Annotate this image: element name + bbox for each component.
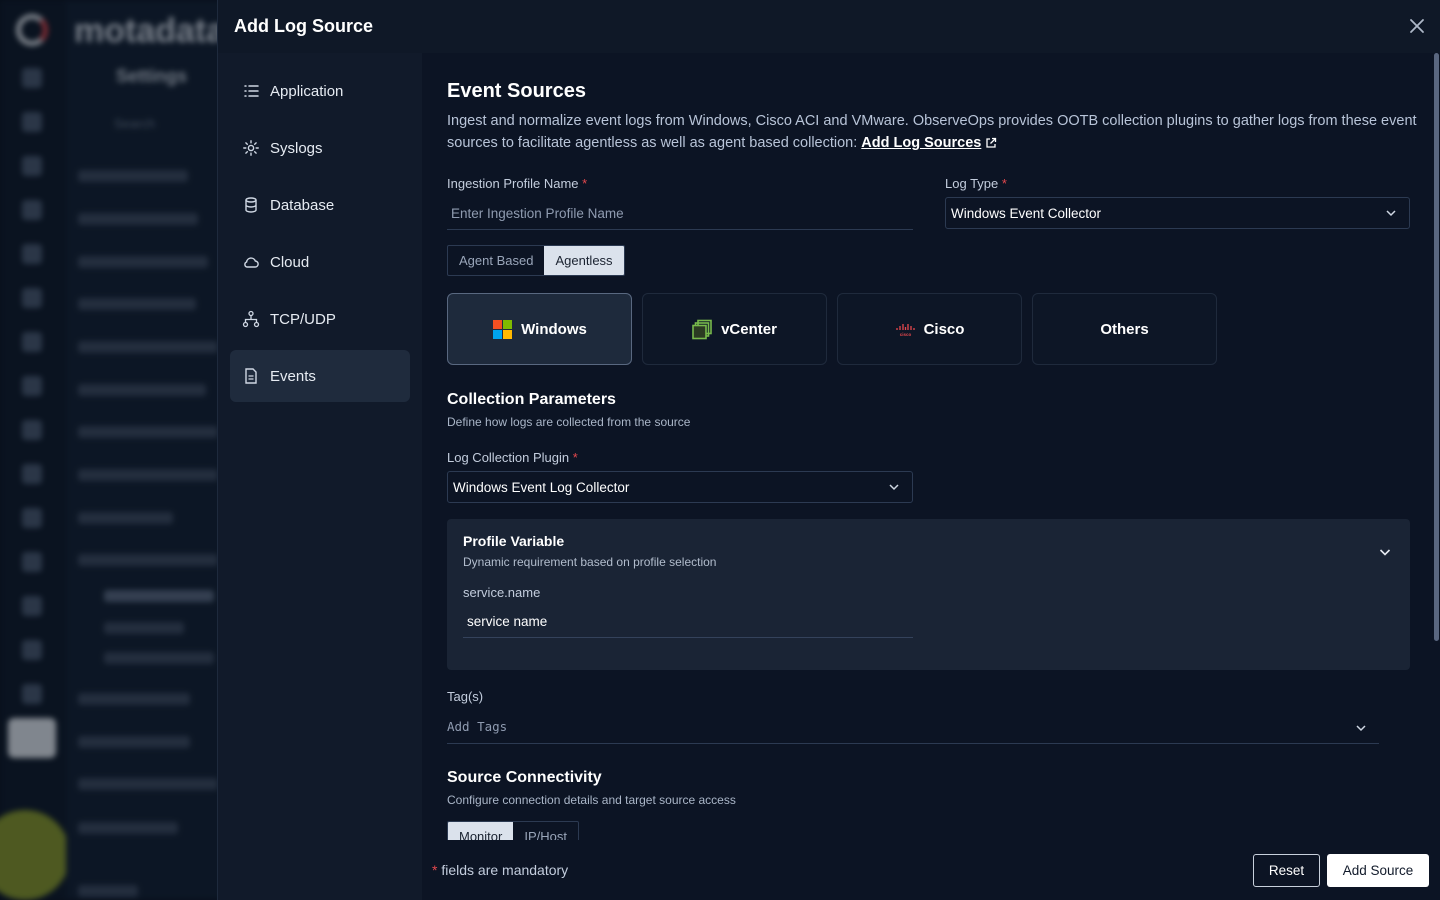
drawer-header: Add Log Source [218,0,1440,53]
log-type-value: Windows Event Collector [951,205,1102,221]
collection-mode-toggle: Agent Based Agentless [447,245,625,276]
sidebar-item-events[interactable]: Events [230,350,410,402]
chevron-down-icon[interactable] [1378,545,1392,559]
svg-text:cisco: cisco [899,332,911,337]
label-text: Log Type [945,176,999,191]
required-mark: * [432,862,438,878]
add-log-sources-link[interactable]: Add Log Sources [861,135,981,151]
cloud-icon [244,257,259,268]
event-sources-form: Event Sources Ingest and normalize event… [422,53,1434,900]
network-icon [242,310,260,328]
agent-based-option[interactable]: Agent Based [448,246,544,275]
profile-name-input[interactable]: Enter Ingestion Profile Name [447,197,913,230]
service-name-label: service.name [463,585,541,600]
chevron-down-icon [1356,725,1366,732]
drawer-footer: * fields are mandatory Reset Add Source [422,840,1440,900]
source-category-sidebar: Application Syslogs Database Cloud TCP/U… [218,53,422,900]
log-collection-plugin-label: Log Collection Plugin * [447,450,578,465]
cisco-icon: cisco [895,323,915,337]
required-mark: * [582,176,588,191]
source-card-vcenter[interactable]: vCenter [642,293,827,365]
mandatory-note: * fields are mandatory [432,862,568,878]
close-icon[interactable] [1407,16,1427,36]
reset-button[interactable]: Reset [1253,854,1320,887]
vcenter-icon [692,319,712,339]
chevron-down-icon [1386,210,1396,217]
tags-label: Tag(s) [447,689,484,704]
database-icon [245,197,257,213]
scrollbar-thumb[interactable] [1434,53,1439,641]
source-connectivity-heading: Source Connectivity [447,769,602,786]
card-label: Windows [521,320,587,338]
service-name-input[interactable]: service name [463,605,913,638]
sidebar-item-label: Database [270,196,335,214]
sidebar-item-cloud[interactable]: Cloud [230,236,410,288]
card-label: vCenter [721,320,777,338]
required-mark: * [572,450,578,465]
sidebar-item-syslogs[interactable]: Syslogs [230,122,410,174]
card-label: Cisco [923,320,965,338]
windows-icon [493,319,513,339]
list-icon [244,85,259,97]
agentless-option[interactable]: Agentless [544,246,624,275]
sidebar-item-label: Syslogs [270,139,323,157]
chevron-down-icon [889,484,899,491]
profile-variable-title: Profile Variable [463,533,565,549]
label-text: Log Collection Plugin [447,450,570,465]
profile-name-label: Ingestion Profile Name * [447,176,587,191]
profile-variable-subtitle: Dynamic requirement based on profile sel… [463,555,717,569]
sidebar-item-application[interactable]: Application [230,65,410,117]
log-collection-plugin-select[interactable]: Windows Event Log Collector [447,471,913,503]
source-card-cisco[interactable]: cisco Cisco [837,293,1022,365]
sidebar-item-label: Cloud [270,253,310,271]
sidebar-item-database[interactable]: Database [230,179,410,231]
source-connectivity-subtext: Configure connection details and target … [447,793,736,807]
log-type-select[interactable]: Windows Event Collector [945,197,1410,229]
card-label: Others [1100,320,1149,338]
sidebar-item-label: TCP/UDP [270,310,336,328]
scrollbar[interactable] [1433,53,1440,900]
sidebar-item-label: Events [270,367,316,385]
sidebar-item-tcp-udp[interactable]: TCP/UDP [230,293,410,345]
required-mark: * [1001,176,1007,191]
source-card-others[interactable]: Others [1032,293,1217,365]
page-description: Ingest and normalize event logs from Win… [447,110,1417,154]
mandatory-text: fields are mandatory [441,862,569,878]
drawer-title: Add Log Source [234,16,373,36]
tags-input[interactable]: Add Tags [447,709,1379,744]
sidebar-item-label: Application [270,82,344,100]
source-card-windows[interactable]: Windows [447,293,632,365]
label-text: Ingestion Profile Name [447,176,579,191]
profile-variable-panel: Profile Variable Dynamic requirement bas… [447,519,1410,670]
document-icon [245,368,257,384]
external-link-icon[interactable] [985,137,997,149]
gear-icon [243,140,259,156]
page-title: Event Sources [447,80,586,102]
collection-parameters-subtext: Define how logs are collected from the s… [447,415,691,429]
log-type-label: Log Type * [945,176,1007,191]
plugin-value: Windows Event Log Collector [453,479,630,495]
add-source-button[interactable]: Add Source [1327,854,1429,887]
tags-placeholder: Add Tags [447,718,508,734]
collection-parameters-heading: Collection Parameters [447,391,616,408]
add-log-source-drawer: Add Log Source Application Syslogs Datab… [217,0,1440,900]
